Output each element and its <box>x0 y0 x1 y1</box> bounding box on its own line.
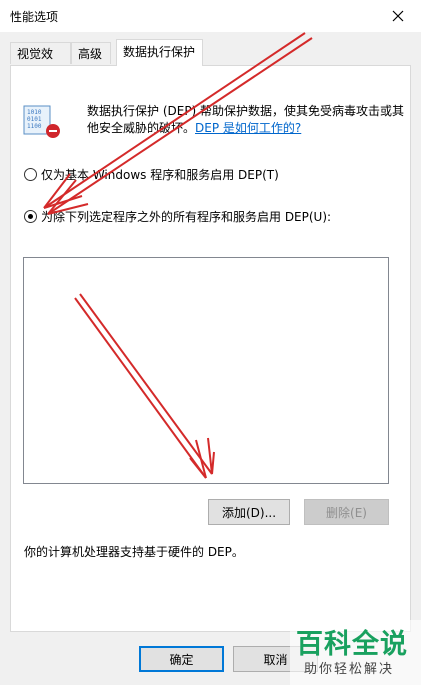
radio-all-dep[interactable]: 为除下列选定程序之外的所有程序和服务启用 DEP(U): <box>24 208 331 225</box>
close-button[interactable] <box>375 0 421 32</box>
radio-basic-label: 仅为基本 Windows 程序和服务启用 DEP(T) <box>41 168 279 182</box>
hardware-dep-status: 你的计算机处理器支持基于硬件的 DEP。 <box>24 545 244 559</box>
dep-shield-icon: 1010 0101 1100 <box>23 105 60 138</box>
watermark: 百科全说 助你轻松解决 <box>290 620 421 685</box>
dep-help-link[interactable]: DEP 是如何工作的? <box>195 121 301 135</box>
radio-all-label: 为除下列选定程序之外的所有程序和服务启用 DEP(U): <box>41 210 332 224</box>
remove-button[interactable]: 删除(E) <box>304 499 389 525</box>
excluded-programs-list[interactable] <box>23 257 389 484</box>
window-title: 性能选项 <box>10 10 59 24</box>
dep-description: 数据执行保护 (DEP) 帮助保护数据，使其免受病毒攻击或其他安全威胁的破坏。D… <box>87 103 407 137</box>
svg-text:1100: 1100 <box>27 123 42 130</box>
svg-text:1010: 1010 <box>27 109 42 116</box>
radio-all-indicator[interactable] <box>24 210 37 223</box>
ok-button[interactable]: 确定 <box>139 646 224 672</box>
add-button[interactable]: 添加(D)... <box>208 499 290 525</box>
svg-text:0101: 0101 <box>27 116 42 123</box>
close-icon <box>392 10 404 22</box>
watermark-title: 百科全说 <box>296 629 408 660</box>
title-bar: 性能选项 <box>0 0 421 32</box>
tab-visual-effects[interactable]: 视觉效果 <box>10 42 71 83</box>
watermark-subtitle: 助你轻松解决 <box>304 662 395 677</box>
radio-basic-indicator[interactable] <box>24 168 37 181</box>
tab-dep[interactable]: 数据执行保护 <box>116 39 203 66</box>
radio-basic-dep[interactable]: 仅为基本 Windows 程序和服务启用 DEP(T) <box>24 166 279 183</box>
tab-advanced[interactable]: 高级 <box>71 42 111 64</box>
